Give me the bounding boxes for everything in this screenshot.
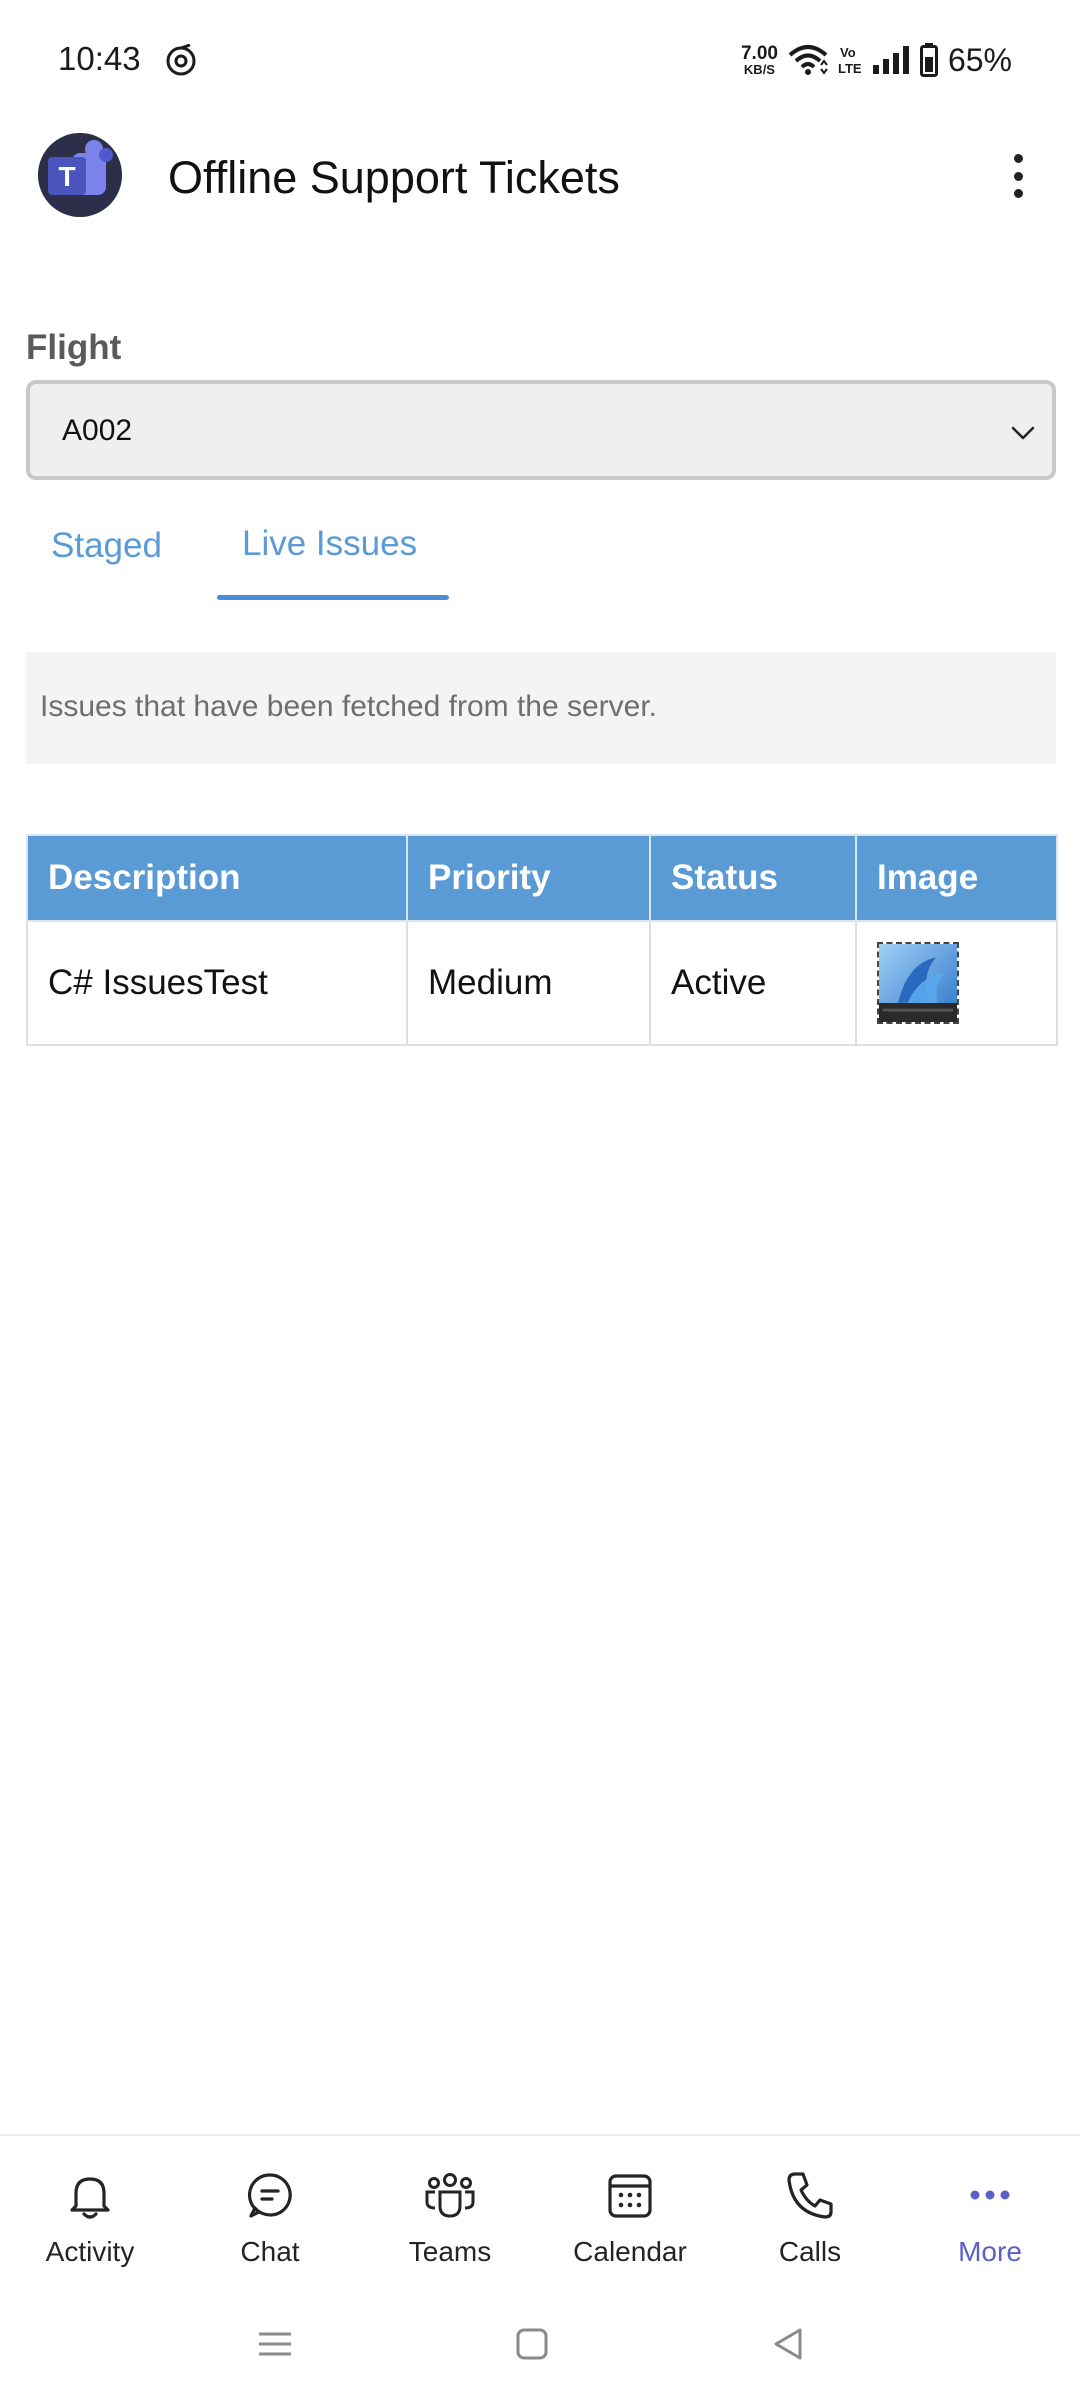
phone-icon [787, 2172, 833, 2219]
status-time: 10:43 [58, 40, 141, 77]
table-header-row: Description Priority Status Image [26, 834, 1058, 922]
flight-selected-value: A002 [62, 414, 133, 447]
nav-teams[interactable]: Teams [360, 2136, 540, 2286]
battery-percent: 65% [947, 41, 1012, 78]
table-row[interactable]: C# IssuesTest Medium Active [26, 920, 1058, 1046]
chevron-down-icon [1011, 426, 1035, 440]
net-speed-unit: KB/S [743, 62, 775, 77]
page-title: Offline Support Tickets [168, 152, 620, 203]
teams-icon [425, 2173, 475, 2218]
nav-label-calendar: Calendar [573, 2236, 687, 2267]
cell-status: Active [649, 920, 857, 1046]
nav-more[interactable]: More [900, 2136, 1080, 2286]
battery-icon [919, 43, 938, 77]
cell-description: C# IssuesTest [26, 920, 408, 1046]
flight-label: Flight [26, 328, 122, 367]
app-screen: 10:43 7.00 KB/S Vo LTE 65% T Offline Sup… [0, 0, 1080, 2400]
tab-live-issues[interactable]: Live Issues [242, 524, 417, 564]
system-navigation-bar [0, 2310, 1080, 2380]
chat-icon [247, 2173, 292, 2218]
info-text: Issues that have been fetched from the s… [40, 690, 658, 723]
more-dots-icon [970, 2190, 1010, 2200]
network-speed: 7.00 KB/S [741, 44, 778, 76]
issues-table: Description Priority Status Image C# Iss… [26, 834, 1058, 1046]
nav-chat[interactable]: Chat [180, 2136, 360, 2286]
nav-label-chat: Chat [240, 2236, 300, 2267]
bottom-navigation: Activity Chat Teams Calendar Calls More [0, 2134, 1080, 2284]
more-options-icon[interactable] [1000, 148, 1036, 204]
active-tab-indicator [217, 595, 449, 600]
recent-apps-icon[interactable] [253, 2322, 297, 2366]
home-icon[interactable] [510, 2322, 554, 2366]
svg-text:T: T [58, 161, 75, 192]
music-app-icon [166, 44, 196, 76]
nav-label-activity: Activity [45, 2236, 135, 2267]
nav-calendar[interactable]: Calendar [540, 2136, 720, 2286]
cell-priority: Medium [406, 920, 651, 1046]
calendar-icon [608, 2174, 652, 2218]
volte-icon: Vo LTE [838, 45, 862, 76]
net-speed-value: 7.00 [740, 43, 778, 64]
nav-activity[interactable]: Activity [0, 2136, 180, 2286]
status-indicators: 7.00 KB/S Vo LTE 65% [741, 38, 1012, 82]
nav-label-more: More [958, 2236, 1022, 2267]
cell-image [855, 920, 1058, 1046]
teams-logo-icon[interactable]: T [38, 133, 122, 217]
column-header-image: Image [855, 834, 1058, 922]
info-banner: Issues that have been fetched from the s… [26, 652, 1056, 764]
wifi-icon [788, 45, 828, 75]
back-icon[interactable] [766, 2322, 810, 2366]
bell-icon [70, 2177, 110, 2219]
issue-image-thumbnail[interactable] [877, 942, 959, 1024]
nav-label-teams: Teams [408, 2236, 492, 2267]
column-header-status: Status [649, 834, 857, 922]
nav-label-calls: Calls [778, 2236, 842, 2267]
app-header: T Offline Support Tickets [0, 120, 1080, 240]
column-header-priority: Priority [406, 834, 651, 922]
signal-icon [872, 46, 909, 74]
tab-staged[interactable]: Staged [51, 526, 162, 566]
flight-select[interactable]: A002 [26, 380, 1056, 480]
status-bar: 10:43 7.00 KB/S Vo LTE 65% [0, 0, 1080, 120]
svg-text:Vo: Vo [840, 45, 856, 60]
svg-text:LTE: LTE [838, 61, 862, 76]
column-header-description: Description [26, 834, 408, 922]
nav-calls[interactable]: Calls [720, 2136, 900, 2286]
